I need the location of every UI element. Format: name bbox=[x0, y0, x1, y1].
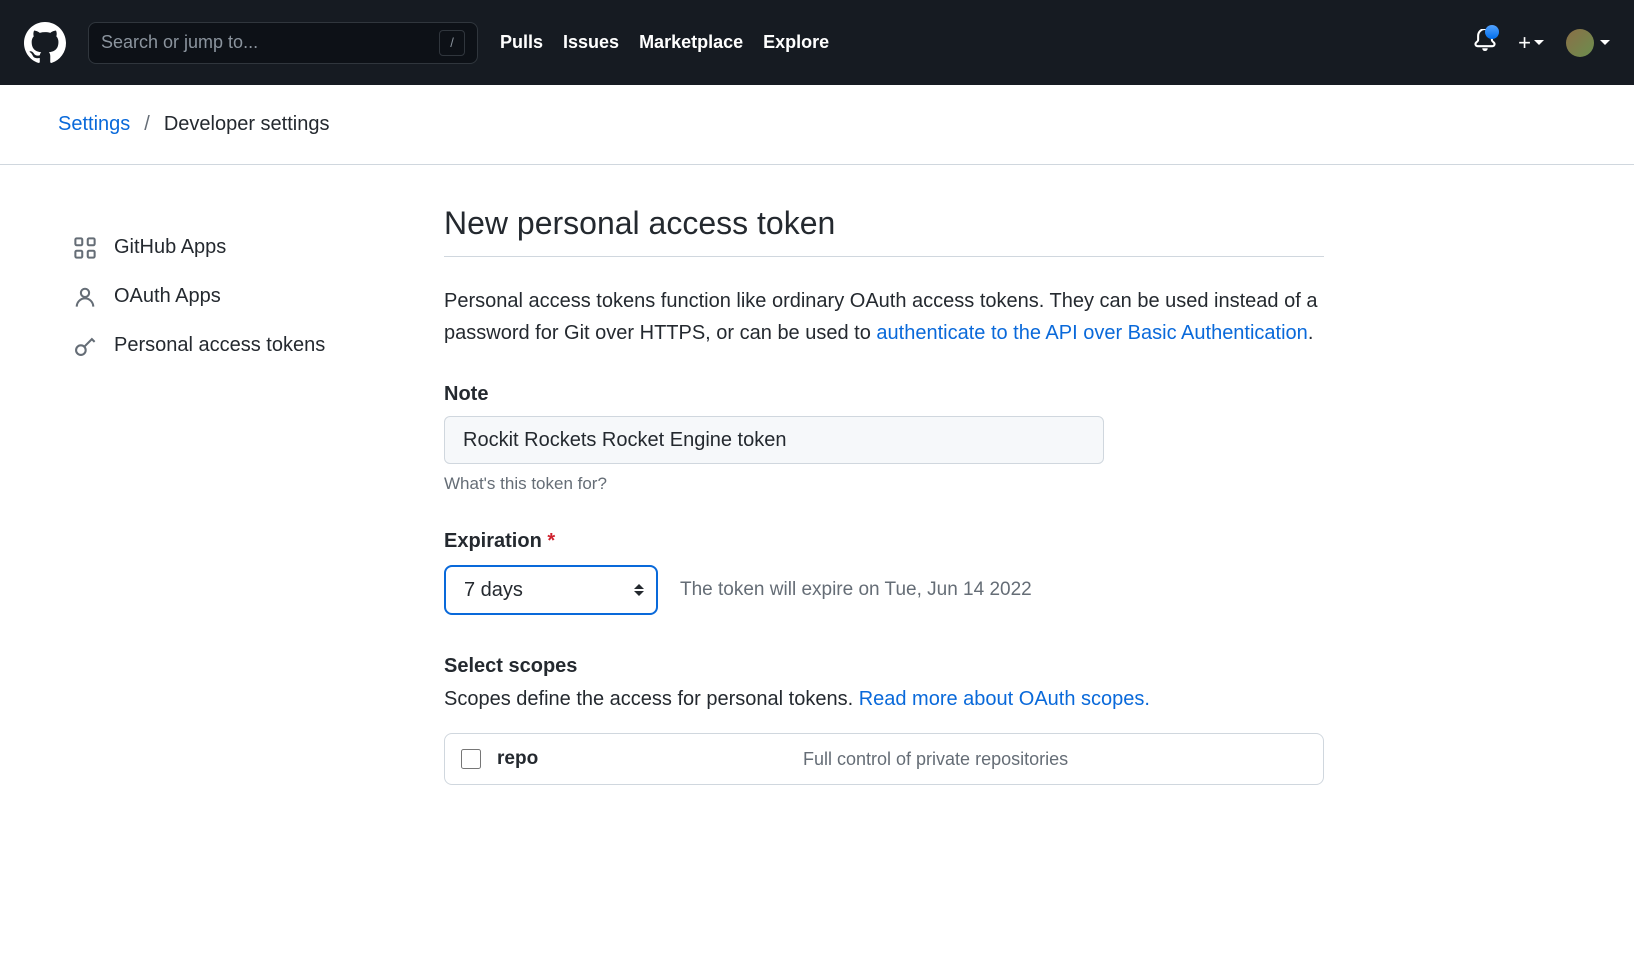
primary-nav: Pulls Issues Marketplace Explore bbox=[500, 32, 829, 53]
notifications-button[interactable] bbox=[1474, 29, 1496, 56]
create-new-dropdown[interactable]: + bbox=[1518, 30, 1544, 56]
expiration-select-wrap: 7 days bbox=[444, 565, 658, 615]
slash-key-hint: / bbox=[439, 30, 465, 56]
user-menu[interactable] bbox=[1566, 29, 1610, 57]
scope-description: Full control of private repositories bbox=[803, 749, 1068, 770]
note-label: Note bbox=[444, 383, 1324, 406]
sidebar-item-github-apps[interactable]: GitHub Apps bbox=[74, 223, 404, 272]
header-right: + bbox=[1474, 29, 1610, 57]
expiration-label-text: Expiration bbox=[444, 530, 542, 552]
sidebar: GitHub Apps OAuth Apps Personal access t… bbox=[74, 205, 404, 785]
scopes-docs-link[interactable]: Read more about OAuth scopes. bbox=[859, 688, 1150, 710]
notification-indicator bbox=[1485, 25, 1499, 39]
nav-marketplace[interactable]: Marketplace bbox=[639, 32, 743, 53]
token-description: Personal access tokens function like ord… bbox=[444, 285, 1324, 349]
nav-issues[interactable]: Issues bbox=[563, 32, 619, 53]
description-text: . bbox=[1308, 322, 1314, 344]
breadcrumb-settings[interactable]: Settings bbox=[58, 113, 130, 136]
expiration-select[interactable]: 7 days bbox=[444, 565, 658, 615]
sidebar-item-label: OAuth Apps bbox=[114, 285, 221, 308]
person-icon bbox=[74, 286, 96, 308]
expiration-label: Expiration * bbox=[444, 530, 1324, 553]
plus-icon: + bbox=[1518, 30, 1531, 56]
global-header: / Pulls Issues Marketplace Explore + bbox=[0, 0, 1634, 85]
note-input[interactable] bbox=[444, 416, 1104, 464]
scopes-table: repo Full control of private repositorie… bbox=[444, 733, 1324, 785]
expiration-date-text: The token will expire on Tue, Jun 14 202… bbox=[680, 579, 1032, 601]
expiration-row: 7 days The token will expire on Tue, Jun… bbox=[444, 565, 1324, 615]
key-icon bbox=[74, 335, 96, 357]
auth-docs-link[interactable]: authenticate to the API over Basic Authe… bbox=[876, 322, 1307, 344]
page-title: New personal access token bbox=[444, 205, 1324, 257]
required-indicator: * bbox=[547, 530, 555, 552]
avatar bbox=[1566, 29, 1594, 57]
breadcrumb-separator: / bbox=[144, 113, 150, 136]
scope-name: repo bbox=[497, 748, 787, 770]
main-content: New personal access token Personal acces… bbox=[444, 205, 1324, 785]
search-box[interactable]: / bbox=[88, 22, 478, 64]
sidebar-item-personal-tokens[interactable]: Personal access tokens bbox=[74, 321, 404, 370]
nav-explore[interactable]: Explore bbox=[763, 32, 829, 53]
scope-row-repo: repo Full control of private repositorie… bbox=[445, 734, 1323, 784]
scopes-description: Scopes define the access for personal to… bbox=[444, 688, 1324, 711]
breadcrumb: Settings / Developer settings bbox=[0, 85, 1634, 165]
breadcrumb-current: Developer settings bbox=[164, 113, 330, 136]
sidebar-item-label: Personal access tokens bbox=[114, 334, 325, 357]
apps-icon bbox=[74, 237, 96, 259]
sidebar-item-oauth-apps[interactable]: OAuth Apps bbox=[74, 272, 404, 321]
sidebar-item-label: GitHub Apps bbox=[114, 236, 226, 259]
github-logo[interactable] bbox=[24, 22, 66, 64]
scopes-desc-text: Scopes define the access for personal to… bbox=[444, 688, 859, 710]
scopes-label: Select scopes bbox=[444, 655, 1324, 678]
caret-down-icon bbox=[1600, 40, 1610, 45]
scope-checkbox-repo[interactable] bbox=[461, 749, 481, 769]
search-input[interactable] bbox=[101, 32, 439, 53]
caret-down-icon bbox=[1534, 40, 1544, 45]
nav-pulls[interactable]: Pulls bbox=[500, 32, 543, 53]
note-hint: What's this token for? bbox=[444, 474, 1324, 494]
page-layout: GitHub Apps OAuth Apps Personal access t… bbox=[0, 165, 1634, 825]
